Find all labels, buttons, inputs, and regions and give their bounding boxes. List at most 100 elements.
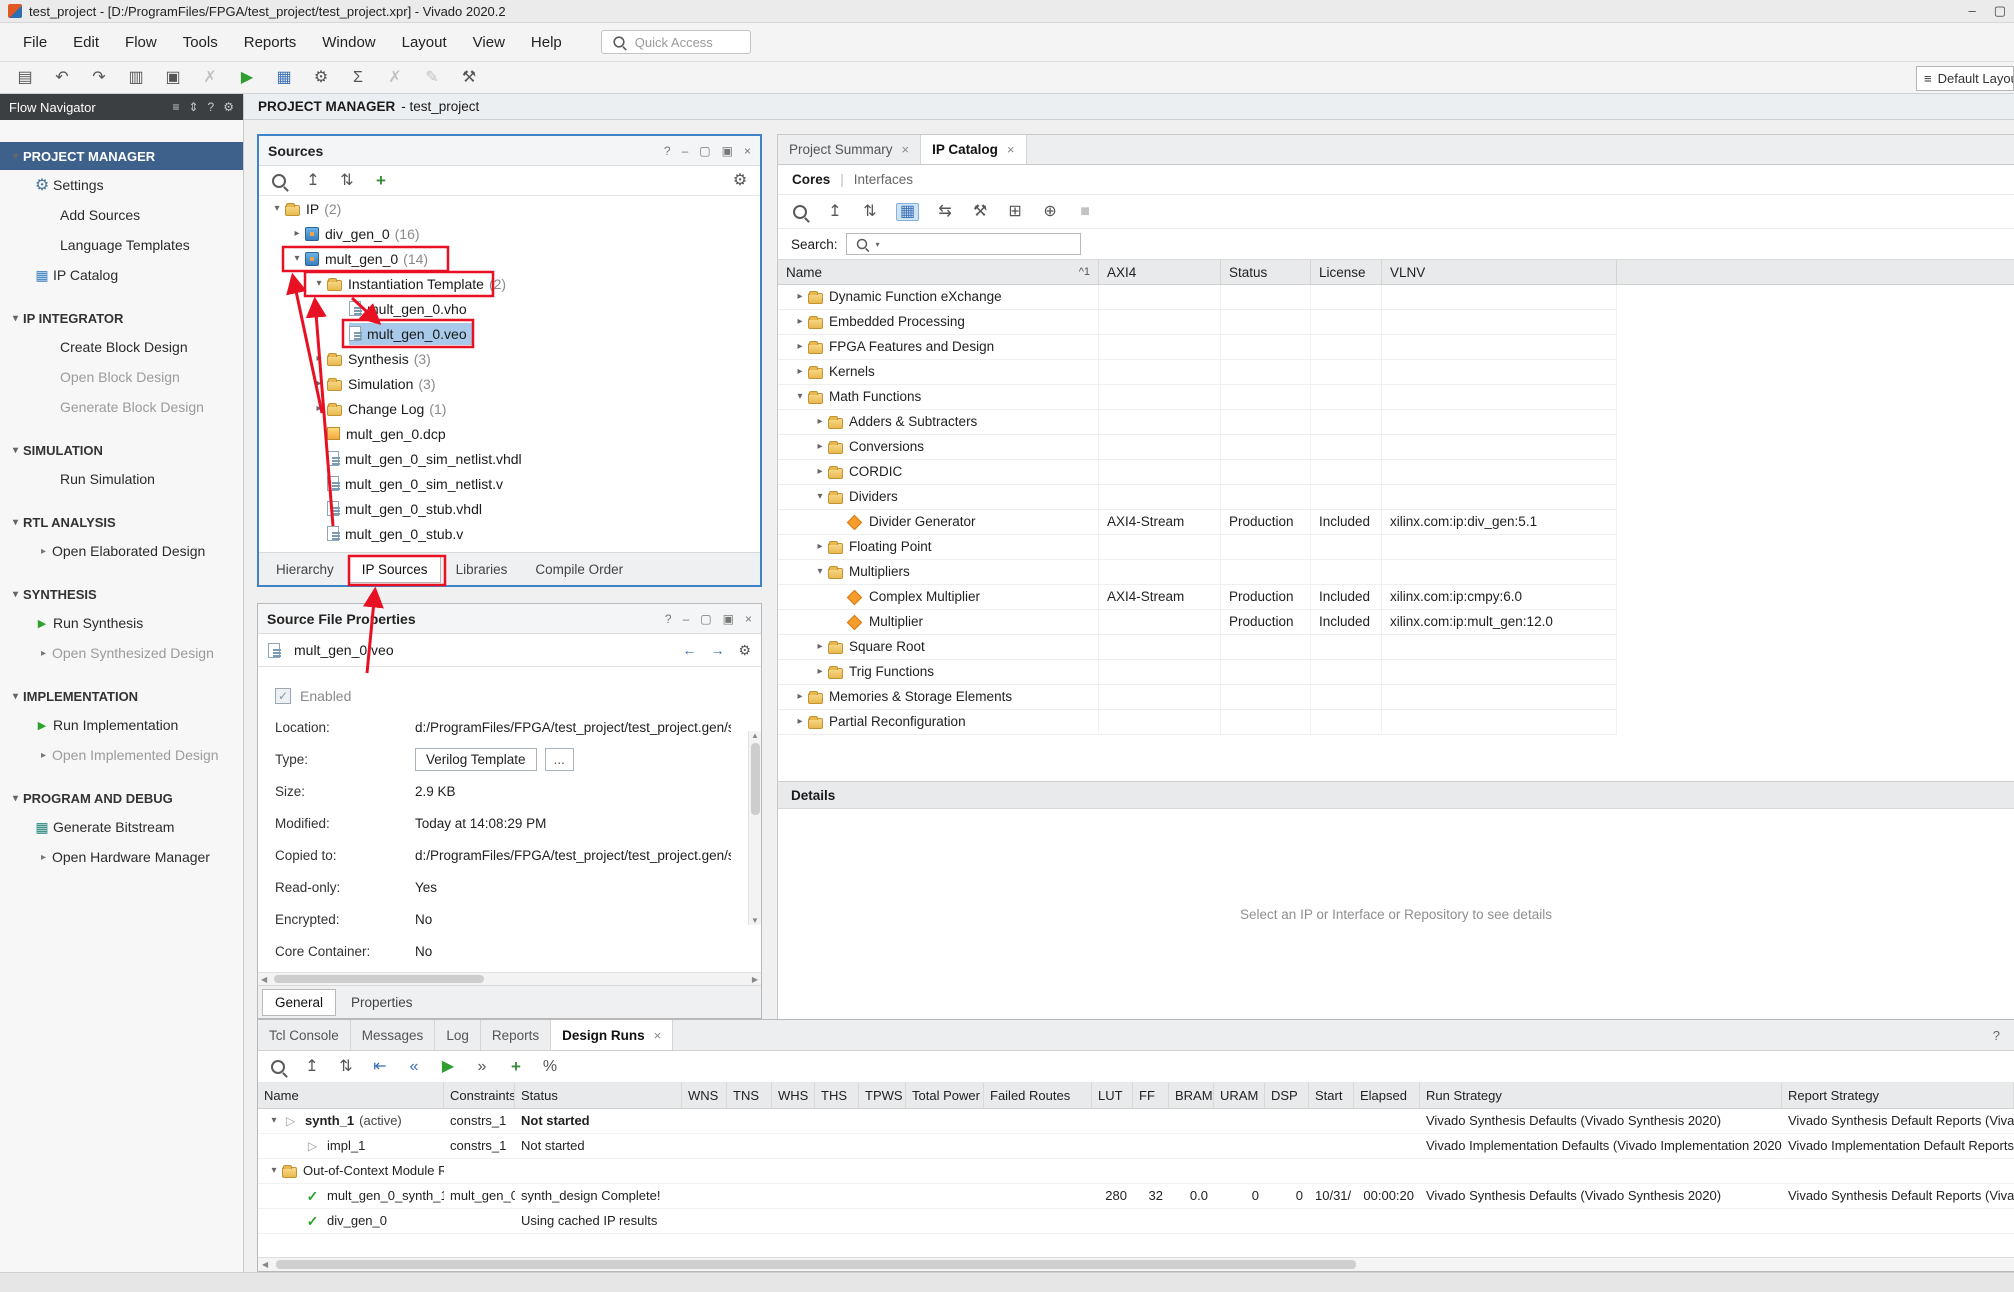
expander-icon[interactable]: ▸ (311, 353, 327, 364)
help-icon[interactable]: ? (1993, 1020, 2014, 1050)
document-tab[interactable]: Project Summary × (778, 135, 921, 164)
column-header[interactable]: AXI4 (1099, 260, 1221, 284)
column-header[interactable]: DSP (1265, 1083, 1309, 1108)
web-icon[interactable]: ⊕ (1041, 203, 1059, 221)
sources-settings-icon[interactable]: ⚙ (731, 172, 749, 190)
ip-catalog-row[interactable]: ▸ Memories & Storage Elements (778, 685, 1617, 710)
column-header[interactable]: VLNV (1382, 260, 1617, 284)
run-row[interactable]: mult_gen_0_synth_1 mult_gen_0 synth_desi… (258, 1184, 2014, 1209)
expander-icon[interactable]: ▸ (812, 535, 828, 559)
menu-item[interactable]: Tools (170, 29, 231, 56)
run-row[interactable]: ▾ synth_1 (active) constrs_1 Not started (258, 1109, 2014, 1134)
step-forward-icon[interactable]: » (473, 1058, 491, 1076)
collapse-all-icon[interactable]: ↥ (826, 203, 844, 221)
run-row[interactable]: div_gen_0 Using cached IP results (258, 1209, 2014, 1234)
ip-catalog-row[interactable]: ▸ Square Root (778, 635, 1617, 660)
column-header[interactable]: URAM (1214, 1083, 1265, 1108)
gear-icon[interactable]: ⚙ (738, 642, 751, 659)
expander-icon[interactable]: ▾ (812, 560, 828, 584)
column-header[interactable]: THS (815, 1083, 859, 1108)
expander-icon[interactable]: ▸ (792, 285, 808, 309)
undo-icon[interactable]: ↶ (53, 69, 71, 87)
sources-view-tab[interactable]: Compile Order (522, 556, 636, 583)
redo-icon[interactable]: ↷ (90, 69, 108, 87)
ip-catalog-row[interactable]: ▾ Dividers (778, 485, 1617, 510)
close-icon[interactable]: × (654, 1028, 662, 1043)
flow-navigator-item[interactable]: Language Templates (0, 230, 243, 260)
launch-runs-icon[interactable]: ▶ (439, 1058, 457, 1076)
expander-icon[interactable]: ▾ (812, 485, 828, 509)
column-header[interactable]: Run Strategy (1420, 1083, 1782, 1108)
help-icon[interactable]: ? (665, 612, 672, 626)
ip-catalog-row[interactable]: ▸ Kernels (778, 360, 1617, 385)
column-header[interactable]: LUT (1092, 1083, 1133, 1108)
tree-item[interactable]: mult_gen_0.dcp (259, 421, 760, 446)
expander-icon[interactable]: ▸ (289, 228, 305, 239)
close-icon[interactable]: × (902, 142, 910, 157)
flow-navigator-item[interactable]: Add Sources (0, 200, 243, 230)
expander-icon[interactable]: ▸ (812, 435, 828, 459)
create-run-icon[interactable]: + (507, 1058, 525, 1076)
save-icon[interactable]: ▤ (16, 69, 34, 87)
menu-item[interactable]: Flow (112, 29, 170, 56)
tree-item[interactable]: mult_gen_0_stub.vhdl (259, 496, 760, 521)
flow-navigator-item[interactable]: Run Simulation (0, 464, 243, 494)
scrollbar-thumb[interactable] (276, 1260, 1356, 1269)
expander-icon[interactable]: ▸ (812, 460, 828, 484)
flow-navigator-item[interactable]: Generate Block Design (0, 392, 243, 422)
help-icon[interactable]: ? (208, 100, 215, 114)
ip-catalog-row[interactable]: ▸ Conversions (778, 435, 1617, 460)
forward-icon[interactable]: → (710, 642, 724, 659)
tree-item[interactable]: ▸ Simulation (3) (259, 371, 760, 396)
flow-navigator-item[interactable]: ▾ IP INTEGRATOR (0, 304, 243, 332)
flow-navigator-item[interactable]: Settings (0, 170, 243, 200)
search-icon[interactable] (270, 172, 288, 190)
expander-icon[interactable]: ▾ (269, 203, 285, 214)
menu-item[interactable]: Window (309, 29, 388, 56)
flow-navigator-item[interactable]: ▾ PROJECT MANAGER (0, 142, 243, 170)
step-back-icon[interactable]: « (405, 1058, 423, 1076)
expander-icon[interactable]: ▸ (311, 403, 327, 414)
ip-catalog-row[interactable]: ▸ Embedded Processing (778, 310, 1617, 335)
ip-catalog-row[interactable]: ▸ Dynamic Function eXchange (778, 285, 1617, 310)
flow-navigator-item[interactable]: ▾ SIMULATION (0, 436, 243, 464)
column-header[interactable]: Status (1221, 260, 1311, 284)
expander-icon[interactable]: ▾ (266, 1159, 282, 1183)
expander-icon[interactable]: ▸ (812, 660, 828, 684)
reset-runs-icon[interactable]: ⇤ (371, 1058, 389, 1076)
more-button[interactable]: ... (545, 748, 574, 771)
enabled-checkbox[interactable]: ✓ (275, 688, 291, 704)
ip-catalog-row[interactable]: Divider Generator AXI4-Stream Production… (778, 510, 1617, 535)
expander-icon[interactable]: ▾ (792, 385, 808, 409)
close-icon[interactable]: × (744, 144, 751, 158)
bottom-tab[interactable]: Messages (351, 1020, 436, 1050)
bottom-tab[interactable]: Log (435, 1020, 481, 1050)
tree-item[interactable]: ▸ Change Log (1) (259, 396, 760, 421)
expander-icon[interactable]: ▸ (812, 635, 828, 659)
expander-icon[interactable]: ▸ (792, 685, 808, 709)
sources-view-tab[interactable]: Hierarchy (263, 556, 347, 583)
run-row[interactable]: ▾ Out-of-Context Module Runs (258, 1159, 2014, 1184)
tree-item[interactable]: ▾ IP (2) (259, 196, 760, 221)
ip-catalog-row[interactable]: ▾ Math Functions (778, 385, 1617, 410)
float-icon[interactable]: ▣ (722, 144, 733, 158)
ip-catalog-row[interactable]: ▸ Floating Point (778, 535, 1617, 560)
gear-icon[interactable]: ⚙ (223, 100, 234, 114)
flow-navigator-item[interactable]: ▾ PROGRAM AND DEBUG (0, 784, 243, 812)
column-header[interactable]: Name (258, 1083, 444, 1108)
tree-item[interactable]: mult_gen_0_sim_netlist.vhdl (259, 446, 760, 471)
minimize-button[interactable]: – (1968, 3, 1975, 19)
column-header[interactable]: Constraints (444, 1083, 515, 1108)
menu-item[interactable]: Help (518, 29, 575, 56)
flow-navigator-item[interactable]: ▾ IMPLEMENTATION (0, 682, 243, 710)
document-tab[interactable]: IP Catalog × (921, 135, 1026, 164)
column-header[interactable]: Elapsed (1354, 1083, 1420, 1108)
scrollbar-thumb[interactable] (751, 743, 760, 815)
column-header[interactable]: Failed Routes (984, 1083, 1092, 1108)
expand-all-icon[interactable]: ⇅ (861, 203, 879, 221)
ip-catalog-row[interactable]: ▸ Partial Reconfiguration (778, 710, 1617, 735)
bottom-tab[interactable]: Reports (481, 1020, 551, 1050)
expander-icon[interactable]: ▾ (289, 253, 305, 264)
horizontal-scrollbar[interactable]: ◀ (258, 1257, 2014, 1271)
flow-navigator-item[interactable]: Open Block Design (0, 362, 243, 392)
